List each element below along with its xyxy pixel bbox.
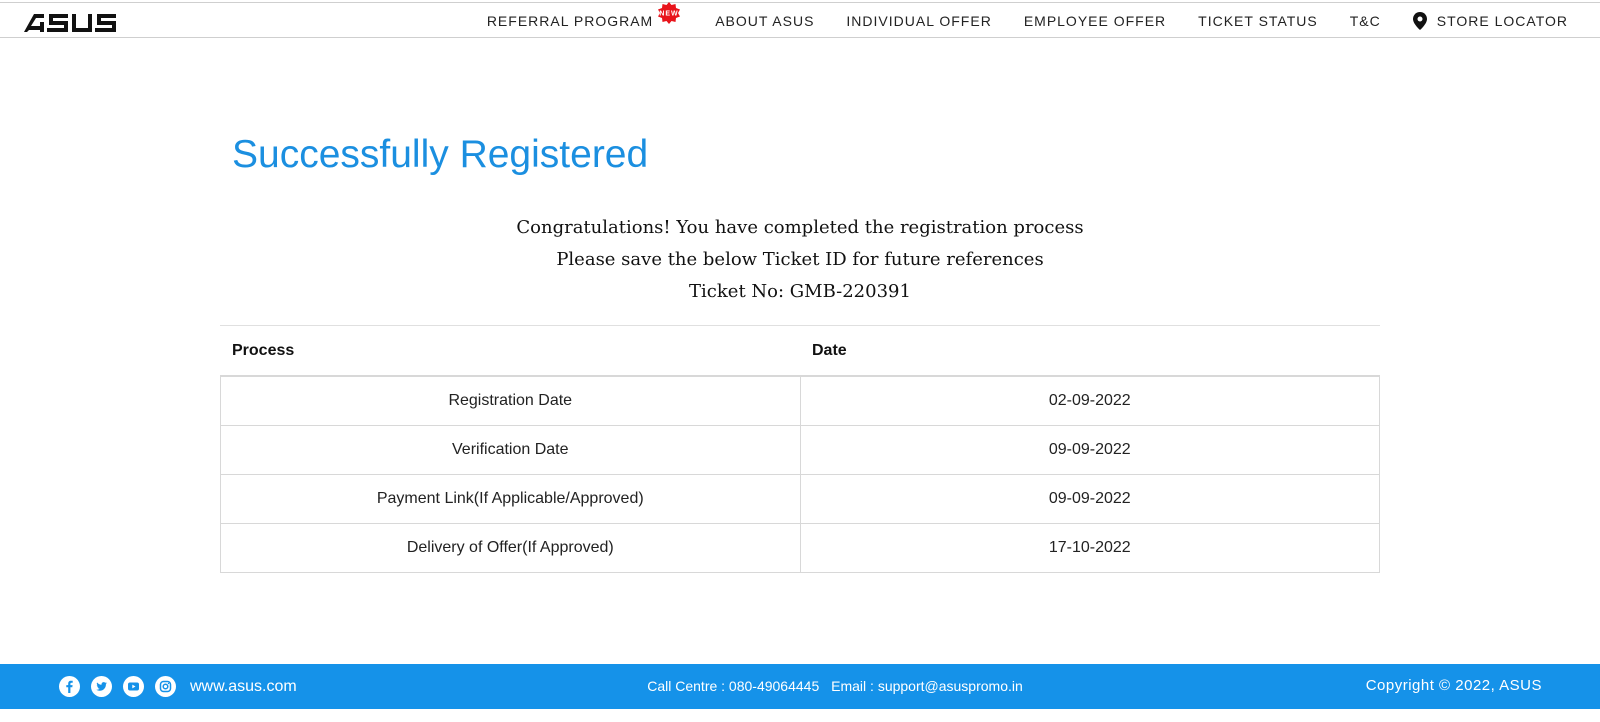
column-header-process: Process (232, 341, 295, 359)
congratulations-text: Congratulations! You have completed the … (516, 217, 1084, 238)
email-text[interactable]: Email : support@asuspromo.in (831, 678, 1023, 694)
table-row: Delivery of Offer(If Approved) 17-10-202… (220, 522, 1381, 573)
asus-logo[interactable] (22, 12, 118, 34)
table-row: Registration Date 02-09-2022 (220, 375, 1381, 426)
date-cell: 17-10-2022 (799, 522, 1381, 573)
table-header: Process Date (220, 325, 1380, 375)
site-header: REFERRAL PROGRAM NEW ABOUT ASUS INDIVIDU… (0, 1, 1600, 38)
process-cell: Registration Date (220, 375, 801, 426)
nav-terms-conditions[interactable]: T&C (1350, 13, 1381, 29)
nav-ticket-status[interactable]: TICKET STATUS (1198, 13, 1318, 29)
process-cell: Verification Date (220, 424, 801, 475)
column-header-date: Date (812, 341, 847, 359)
page-title: Successfully Registered (232, 133, 649, 176)
table-row: Payment Link(If Applicable/Approved) 09-… (220, 473, 1381, 524)
nav-label: EMPLOYEE OFFER (1023, 12, 1167, 29)
process-cell: Payment Link(If Applicable/Approved) (220, 473, 801, 524)
location-pin-icon (1412, 11, 1427, 30)
nav-label: TICKET STATUS (1198, 12, 1318, 29)
date-cell: 09-09-2022 (799, 473, 1381, 524)
nav-label: T&C (1349, 12, 1381, 29)
nav-label: INDIVIDUAL OFFER (846, 12, 992, 29)
ticket-number: Ticket No: GMB-220391 (689, 281, 911, 302)
copyright-text: Copyright © 2022, ASUS (1365, 677, 1542, 694)
nav-label: REFERRAL PROGRAM (486, 12, 654, 29)
main-nav: REFERRAL PROGRAM NEW ABOUT ASUS INDIVIDU… (455, 1, 1568, 38)
table-row: Verification Date 09-09-2022 (220, 424, 1381, 475)
nav-label: ABOUT ASUS (715, 12, 815, 29)
contact-info: Call Centre : 080-49064445 Email : suppo… (0, 678, 1600, 694)
confirmation-messages: Congratulations! You have completed the … (220, 212, 1380, 308)
save-ticket-text: Please save the below Ticket ID for futu… (556, 249, 1044, 270)
site-footer: www.asus.com Call Centre : 080-49064445 … (0, 664, 1600, 709)
nav-employee-offer[interactable]: EMPLOYEE OFFER (1024, 13, 1166, 29)
nav-label: STORE LOCATOR (1436, 12, 1568, 29)
nav-individual-offer[interactable]: INDIVIDUAL OFFER (846, 13, 991, 29)
date-cell: 09-09-2022 (799, 424, 1381, 475)
new-badge-text: NEW (660, 10, 679, 17)
new-badge-icon: NEW (658, 1, 681, 24)
process-table: Process Date Registration Date 02-09-202… (220, 325, 1381, 573)
call-centre-text: Call Centre : 080-49064445 (647, 678, 820, 694)
table-body: Registration Date 02-09-2022 Verificatio… (220, 375, 1381, 573)
nav-about-asus[interactable]: ABOUT ASUS (715, 13, 814, 29)
nav-referral-program[interactable]: REFERRAL PROGRAM NEW (486, 1, 681, 29)
date-cell: 02-09-2022 (799, 375, 1381, 426)
process-cell: Delivery of Offer(If Approved) (220, 522, 801, 573)
nav-store-locator[interactable]: STORE LOCATOR (1412, 11, 1568, 30)
